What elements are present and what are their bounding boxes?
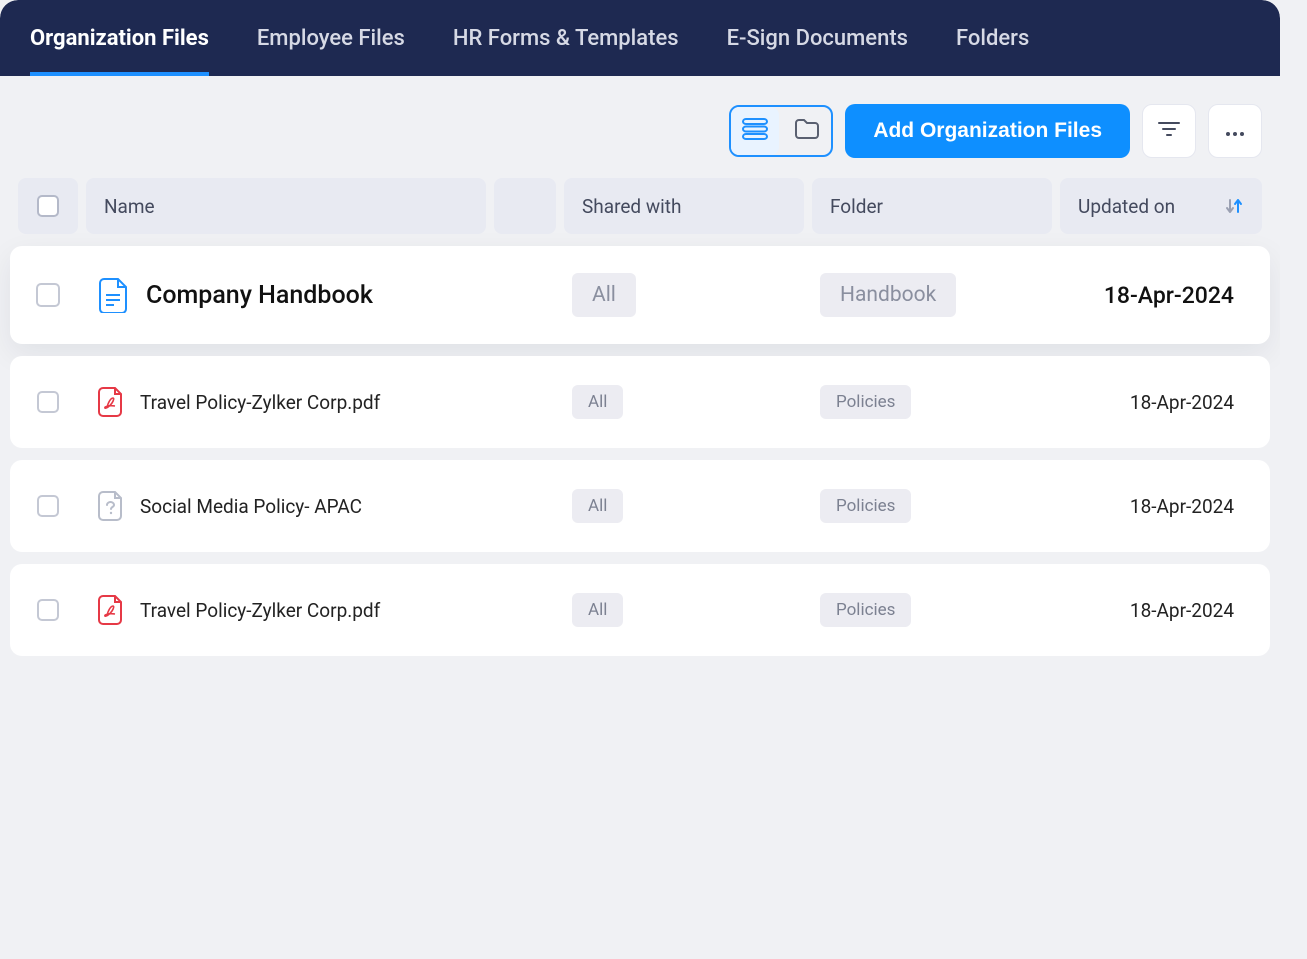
unknown-file-icon: [96, 491, 126, 521]
sort-icon: [1224, 196, 1244, 216]
row-checkbox[interactable]: [36, 283, 60, 307]
tab-folders[interactable]: Folders: [956, 0, 1029, 76]
row-checkbox[interactable]: [37, 391, 59, 413]
folder-icon: [793, 117, 821, 145]
file-name: Travel Policy-Zylker Corp.pdf: [140, 391, 380, 414]
document-icon: [96, 277, 132, 313]
top-nav: Organization Files Employee Files HR For…: [0, 0, 1280, 76]
shared-with-pill: All: [572, 385, 623, 419]
table-row[interactable]: Company Handbook All Handbook 18-Apr-202…: [10, 246, 1270, 344]
file-name: Social Media Policy- APAC: [140, 495, 362, 518]
shared-with-pill: All: [572, 489, 623, 523]
more-button[interactable]: [1208, 104, 1262, 158]
column-header-updated-on-label: Updated on: [1078, 195, 1175, 218]
row-checkbox[interactable]: [37, 599, 59, 621]
updated-date: 18-Apr-2024: [1060, 391, 1262, 414]
select-all-checkbox[interactable]: [37, 195, 59, 217]
folder-pill: Policies: [820, 385, 911, 419]
tab-employee-files[interactable]: Employee Files: [257, 0, 405, 76]
folder-pill: Handbook: [820, 273, 956, 317]
add-organization-files-button[interactable]: Add Organization Files: [845, 104, 1130, 158]
tab-hr-forms[interactable]: HR Forms & Templates: [453, 0, 679, 76]
folder-pill: Policies: [820, 489, 911, 523]
shared-with-pill: All: [572, 593, 623, 627]
table-row[interactable]: Social Media Policy- APAC All Policies 1…: [10, 460, 1270, 552]
table-header: Name Shared with Folder Updated on: [0, 178, 1280, 234]
pdf-icon: [96, 595, 126, 625]
updated-date: 18-Apr-2024: [1060, 282, 1262, 309]
updated-date: 18-Apr-2024: [1060, 495, 1262, 518]
toolbar: Add Organization Files: [0, 76, 1280, 178]
shared-with-pill: All: [572, 273, 636, 317]
filter-icon: [1158, 120, 1180, 142]
folder-pill: Policies: [820, 593, 911, 627]
folder-view-button[interactable]: [783, 107, 831, 155]
column-header-updated-on[interactable]: Updated on: [1060, 178, 1262, 234]
column-header-name[interactable]: Name: [86, 178, 486, 234]
header-checkbox-cell: [18, 178, 78, 234]
column-header-shared-with[interactable]: Shared with: [564, 178, 804, 234]
list-icon: [741, 118, 769, 144]
column-header-spacer: [494, 178, 556, 234]
table-row[interactable]: Travel Policy-Zylker Corp.pdf All Polici…: [10, 564, 1270, 656]
pdf-icon: [96, 387, 126, 417]
tab-esign[interactable]: E-Sign Documents: [727, 0, 908, 76]
list-view-button[interactable]: [731, 107, 779, 155]
table-row[interactable]: Travel Policy-Zylker Corp.pdf All Polici…: [10, 356, 1270, 448]
tab-organization-files[interactable]: Organization Files: [30, 0, 209, 76]
column-header-folder[interactable]: Folder: [812, 178, 1052, 234]
file-name: Company Handbook: [146, 281, 373, 310]
file-name: Travel Policy-Zylker Corp.pdf: [140, 599, 380, 622]
updated-date: 18-Apr-2024: [1060, 599, 1262, 622]
row-checkbox[interactable]: [37, 495, 59, 517]
table-body: Company Handbook All Handbook 18-Apr-202…: [0, 234, 1280, 656]
view-toggle: [729, 105, 833, 157]
more-icon: [1225, 122, 1245, 141]
filter-button[interactable]: [1142, 104, 1196, 158]
